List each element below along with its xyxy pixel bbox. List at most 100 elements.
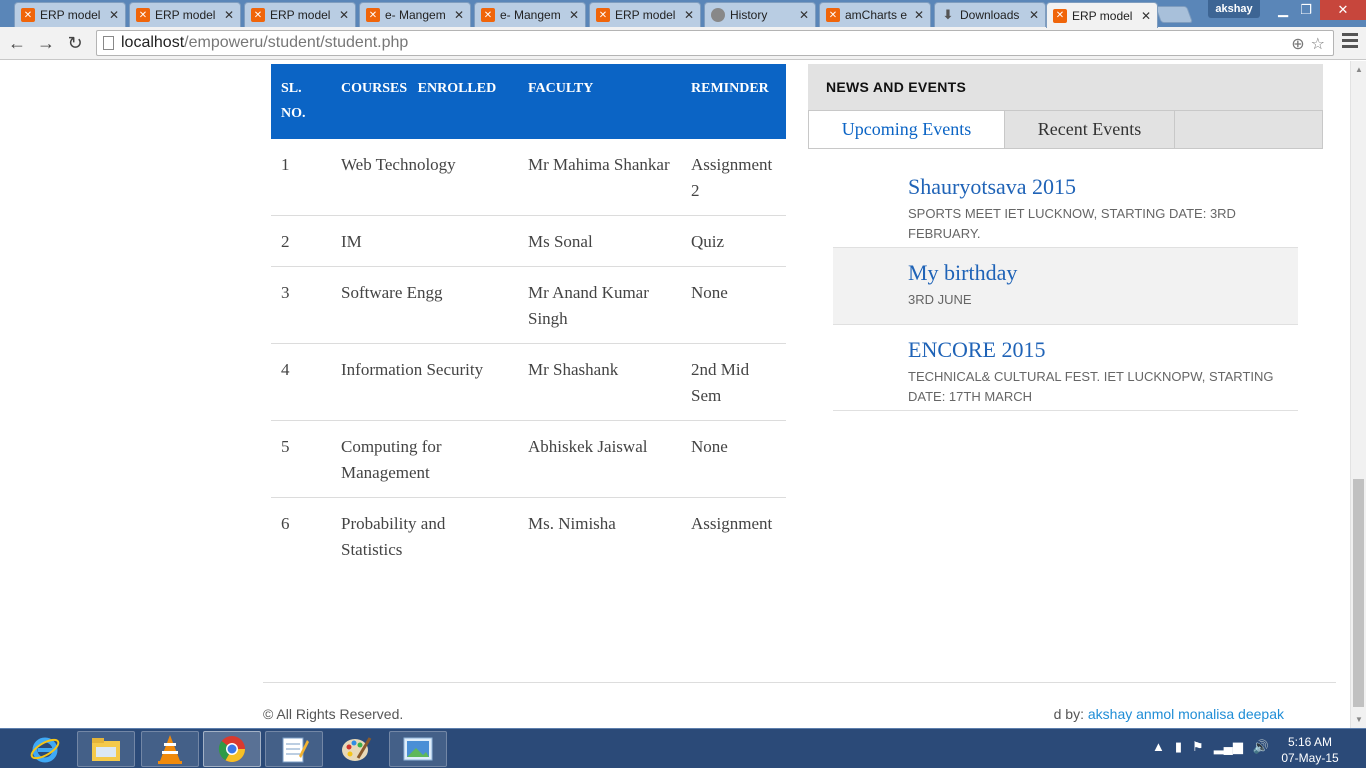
credits-prefix: d by:: [1053, 706, 1088, 722]
browser-tab[interactable]: ✕ ERP model ✕: [244, 2, 356, 27]
taskbar-clock[interactable]: 5:16 AM 07-May-15: [1278, 734, 1342, 766]
tab-recent-events[interactable]: Recent Events: [1005, 111, 1175, 148]
courses-table: SL. NO. COURSES ENROLLED FACULTY REMINDE…: [271, 64, 786, 574]
reload-icon[interactable]: ↻: [63, 32, 87, 54]
battery-icon[interactable]: ▮: [1175, 739, 1182, 755]
browser-tab[interactable]: History ✕: [704, 2, 816, 27]
cell-reminder: None: [681, 420, 786, 498]
xampp-icon: ✕: [251, 8, 265, 22]
browser-tab[interactable]: ⬇ Downloads ✕: [934, 2, 1046, 27]
tab-title: Downloads: [960, 8, 1020, 22]
restore-icon[interactable]: ❐: [1294, 0, 1318, 20]
close-tab-icon[interactable]: ✕: [224, 8, 234, 22]
event-item: Shauryotsava 2015 SPORTS MEET IET LUCKNO…: [833, 162, 1298, 248]
tray-expand-icon[interactable]: ▲: [1152, 739, 1165, 755]
xampp-icon: ✕: [136, 8, 150, 22]
browser-tab[interactable]: ✕ ERP model ✕: [129, 2, 241, 27]
clock-time: 5:16 AM: [1287, 735, 1333, 749]
table-row: 5 Computing for Management Abhiskek Jais…: [271, 420, 786, 498]
cell-course: Probability and Statistics: [341, 514, 446, 559]
cell-sl: 4: [271, 343, 331, 421]
table-row: 4 Information Security Mr Shashank 2nd M…: [271, 343, 786, 421]
browser-tab-active[interactable]: ✕ ERP model ✕: [1046, 2, 1158, 28]
network-icon[interactable]: ▂▄▆: [1214, 739, 1243, 755]
tab-title: e- Mangem: [385, 8, 446, 22]
system-tray: ▲ ▮ ⚑ ▂▄▆ 🔊: [1152, 739, 1269, 755]
tab-upcoming-events[interactable]: Upcoming Events: [809, 111, 1005, 148]
header-reminder: REMINDER: [691, 81, 769, 96]
close-tab-icon[interactable]: ✕: [339, 8, 349, 22]
tab-title: ERP model: [615, 8, 676, 22]
page-scrollbar[interactable]: ▲ ▼: [1350, 61, 1366, 728]
event-title[interactable]: ENCORE 2015: [908, 337, 1288, 363]
event-title[interactable]: Shauryotsava 2015: [908, 174, 1288, 200]
close-tab-icon[interactable]: ✕: [1141, 9, 1151, 23]
zoom-icon[interactable]: ⊕: [1291, 34, 1304, 54]
file-explorer-icon[interactable]: [77, 731, 135, 767]
close-tab-icon[interactable]: ✕: [799, 8, 809, 22]
browser-tab[interactable]: ✕ ERP model ✕: [589, 2, 701, 27]
event-item: My birthday 3RD JUNE: [833, 248, 1298, 325]
tab-title: amCharts e: [845, 8, 908, 22]
table-row: 6 Probability and Statistics Ms. Nimisha…: [271, 498, 786, 575]
cell-sl: 6: [281, 514, 290, 533]
xampp-icon: ✕: [366, 8, 380, 22]
close-tab-icon[interactable]: ✕: [109, 8, 119, 22]
profile-badge[interactable]: akshay: [1208, 0, 1260, 18]
tab-title: e- Mangem: [500, 8, 561, 22]
close-tab-icon[interactable]: ✕: [684, 8, 694, 22]
close-tab-icon[interactable]: ✕: [1029, 8, 1039, 22]
xampp-icon: ✕: [481, 8, 495, 22]
cell-course: Information Security: [331, 343, 518, 421]
cell-course: Computing for Management: [331, 420, 518, 498]
header-faculty: FACULTY: [528, 81, 594, 96]
table-row: 1 Web Technology Mr Mahima Shankar Assig…: [271, 139, 786, 216]
bookmark-star-icon[interactable]: ☆: [1311, 34, 1325, 54]
volume-icon[interactable]: 🔊: [1253, 739, 1269, 755]
cell-faculty: Ms Sonal: [518, 215, 681, 267]
cell-faculty: Abhiskek Jaiswal: [518, 420, 681, 498]
back-icon[interactable]: ←: [5, 32, 29, 54]
scroll-up-icon[interactable]: ▲: [1355, 65, 1363, 74]
notepad-icon[interactable]: [265, 731, 323, 767]
browser-tab[interactable]: ✕ amCharts e ✕: [819, 2, 931, 27]
close-tab-icon[interactable]: ✕: [569, 8, 579, 22]
address-bar[interactable]: localhost/empoweru/student/student.php ⊕…: [96, 30, 1334, 56]
scrollbar-thumb[interactable]: [1353, 479, 1364, 707]
vlc-icon[interactable]: [141, 731, 199, 767]
tab-title: History: [730, 8, 768, 22]
url-path: /empoweru/student/student.php: [184, 34, 409, 51]
cell-sl: 1: [271, 139, 331, 216]
scroll-down-icon[interactable]: ▼: [1355, 715, 1363, 724]
browser-tab-strip: ✕ ERP model ✕ ✕ ERP model ✕ ✕ ERP model …: [0, 0, 1366, 28]
history-icon: [711, 8, 725, 22]
tab-title: ERP model: [270, 8, 331, 22]
copyright-text: © All Rights Reserved.: [263, 706, 404, 722]
close-tab-icon[interactable]: ✕: [914, 8, 924, 22]
new-tab-button[interactable]: [1154, 6, 1194, 23]
chrome-menu-icon[interactable]: [1342, 33, 1358, 51]
cell-faculty: Mr Mahima Shankar: [518, 139, 681, 216]
window-close-icon[interactable]: ✕: [1320, 0, 1366, 20]
credits-names-link[interactable]: akshay anmol monalisa deepak: [1088, 706, 1284, 722]
cell-sl: 3: [271, 266, 331, 344]
action-center-icon[interactable]: ⚑: [1192, 739, 1204, 755]
event-description: TECHNICAL& CULTURAL FEST. IET LUCKNOPW, …: [908, 369, 1274, 404]
photo-viewer-icon[interactable]: [389, 731, 447, 767]
news-tabs: Upcoming Events Recent Events: [808, 110, 1323, 149]
browser-tab[interactable]: ✕ e- Mangem ✕: [359, 2, 471, 27]
minimize-icon[interactable]: ▁: [1272, 0, 1294, 20]
internet-explorer-icon[interactable]: [16, 731, 74, 767]
event-description: SPORTS MEET IET LUCKNOW, STARTING DATE: …: [908, 206, 1236, 241]
xampp-icon: ✕: [21, 8, 35, 22]
paint-icon[interactable]: [327, 731, 385, 767]
browser-toolbar: ← → ↻ localhost/empoweru/student/student…: [0, 27, 1366, 60]
browser-tab[interactable]: ✕ ERP model ✕: [14, 2, 126, 27]
browser-tab[interactable]: ✕ e- Mangem ✕: [474, 2, 586, 27]
event-description: 3RD JUNE: [908, 292, 972, 307]
forward-icon[interactable]: →: [34, 32, 58, 54]
close-tab-icon[interactable]: ✕: [454, 8, 464, 22]
event-title[interactable]: My birthday: [908, 260, 1288, 286]
credits-text: d by: akshay anmol monalisa deepak: [1054, 706, 1284, 722]
chrome-icon[interactable]: [203, 731, 261, 767]
